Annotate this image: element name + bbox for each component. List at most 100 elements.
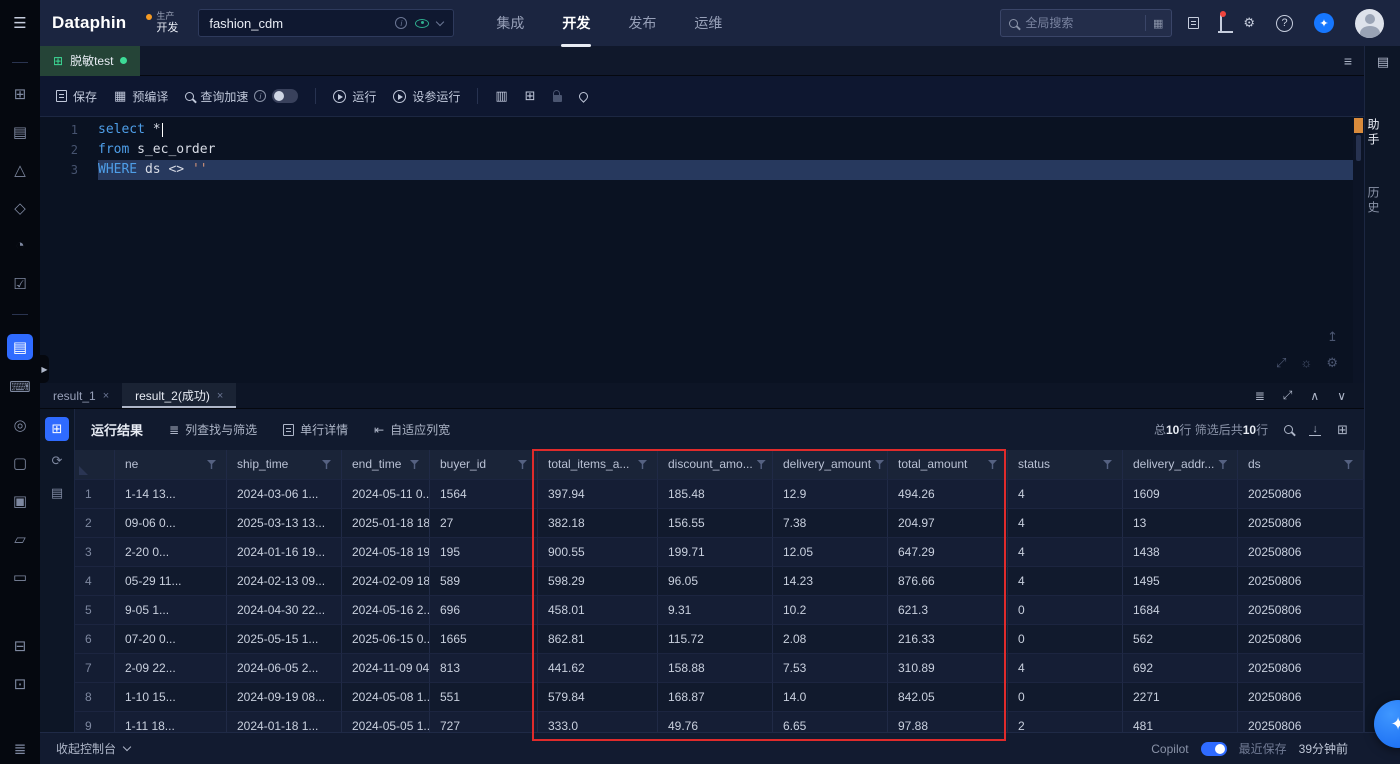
help-icon[interactable]: ? bbox=[1276, 14, 1293, 32]
advanced-search-icon[interactable]: ▦ bbox=[1153, 17, 1163, 30]
table-cell[interactable]: 4 bbox=[1008, 538, 1123, 567]
table-cell[interactable]: 842.05 bbox=[888, 683, 1008, 712]
table-cell[interactable]: 20250806 bbox=[1238, 683, 1364, 712]
row-number-cell[interactable]: 9 bbox=[75, 712, 115, 732]
filter-icon[interactable] bbox=[1344, 460, 1353, 469]
export-icon[interactable]: ↓ bbox=[1309, 423, 1322, 436]
table-cell[interactable]: 96.05 bbox=[658, 567, 773, 596]
filter-icon[interactable] bbox=[988, 460, 997, 469]
table-cell[interactable]: 7.53 bbox=[773, 654, 888, 683]
table-cell[interactable]: 195 bbox=[430, 538, 538, 567]
table-cell[interactable]: 2024-11-09 04... bbox=[342, 654, 430, 683]
script-icon[interactable]: ▤ bbox=[7, 334, 33, 360]
assistant-tab[interactable]: 助手 bbox=[1365, 118, 1400, 148]
terminal-icon[interactable]: ⌨ bbox=[7, 375, 33, 398]
table-cell[interactable]: 1-10 15... bbox=[115, 683, 227, 712]
table-cell[interactable]: 481 bbox=[1123, 712, 1238, 732]
env-switch[interactable]: 生产 开发 bbox=[142, 11, 182, 34]
table-cell[interactable]: 1438 bbox=[1123, 538, 1238, 567]
table-cell[interactable]: 551 bbox=[430, 683, 538, 712]
table-cell[interactable]: 0 bbox=[1008, 683, 1123, 712]
row-detail-button[interactable]: 单行详情 bbox=[283, 421, 348, 438]
table-cell[interactable]: 156.55 bbox=[658, 509, 773, 538]
code-line[interactable]: 2 from s_ec_order bbox=[40, 140, 1364, 160]
archive-icon[interactable]: ⊟ bbox=[7, 634, 33, 657]
table-cell[interactable]: 2024-01-16 19... bbox=[227, 538, 342, 567]
table-cell[interactable]: 2024-05-11 0... bbox=[342, 480, 430, 509]
overview-icon[interactable]: ⊞ bbox=[7, 82, 33, 105]
table-cell[interactable]: 1564 bbox=[430, 480, 538, 509]
table-row[interactable]: 32-20 0...2024-01-16 19...2024-05-18 19.… bbox=[75, 538, 1364, 567]
table-cell[interactable]: 185.48 bbox=[658, 480, 773, 509]
row-number-cell[interactable]: 8 bbox=[75, 683, 115, 712]
info-icon[interactable]: i bbox=[254, 90, 267, 102]
copilot-toggle[interactable] bbox=[1200, 741, 1227, 756]
table-cell[interactable]: 310.89 bbox=[888, 654, 1008, 683]
table-cell[interactable]: 20250806 bbox=[1238, 538, 1364, 567]
resource-icon[interactable]: ▢ bbox=[7, 451, 33, 474]
table-row[interactable]: 2 09-06 0... 2025-03-13 13... 2025-01-18 18… bbox=[75, 509, 1364, 538]
table-cell[interactable]: 813 bbox=[430, 654, 538, 683]
run-button[interactable]: 运行 bbox=[333, 88, 376, 105]
table-cell[interactable]: 20250806 bbox=[1238, 509, 1364, 538]
trash-icon[interactable]: ▭ bbox=[7, 565, 33, 588]
column-header[interactable]: end_time bbox=[342, 450, 430, 480]
panel-up-icon[interactable]: ∧ bbox=[1310, 389, 1319, 403]
table-cell[interactable]: 862.81 bbox=[538, 625, 658, 654]
layout-icon[interactable]: ▤ bbox=[1365, 54, 1400, 70]
filter-icon[interactable] bbox=[1218, 460, 1228, 469]
chevron-down-icon[interactable] bbox=[436, 17, 445, 26]
user-avatar[interactable] bbox=[1355, 8, 1384, 38]
table-cell[interactable]: 696 bbox=[430, 596, 538, 625]
filter-icon[interactable] bbox=[875, 460, 885, 469]
table-cell[interactable]: 441.62 bbox=[538, 654, 658, 683]
row-number-cell[interactable]: 5 bbox=[75, 596, 115, 625]
table-cell[interactable]: 20250806 bbox=[1238, 480, 1364, 509]
table-cell[interactable]: 2024-05-05 1... bbox=[342, 712, 430, 732]
table-cell[interactable]: 2025-03-13 13... bbox=[227, 509, 342, 538]
row-number-cell[interactable]: 7 bbox=[75, 654, 115, 683]
nav-item-2[interactable]: 发布 bbox=[628, 13, 656, 33]
fit-width-button[interactable]: ⇤ 自适应列宽 bbox=[374, 421, 450, 438]
close-icon[interactable]: × bbox=[103, 390, 109, 402]
table-cell[interactable]: 14.0 bbox=[773, 683, 888, 712]
table-cell[interactable]: 13 bbox=[1123, 509, 1238, 538]
alert-icon[interactable]: △ bbox=[7, 158, 33, 181]
table-cell[interactable]: 2024-06-05 2... bbox=[227, 654, 342, 683]
sidebar-more-icon[interactable]: ≣ bbox=[0, 740, 40, 758]
table-cell[interactable]: 2025-01-18 18... bbox=[342, 509, 430, 538]
scroll-top-icon[interactable]: ↥ bbox=[1327, 329, 1338, 345]
table-cell[interactable]: 0 bbox=[1008, 596, 1123, 625]
column-header[interactable]: total_amount bbox=[888, 450, 1008, 480]
table-cell[interactable]: 1684 bbox=[1123, 596, 1238, 625]
column-header[interactable]: total_items_a... bbox=[538, 450, 658, 480]
table-cell[interactable]: 589 bbox=[430, 567, 538, 596]
table-cell[interactable]: 2024-05-08 1... bbox=[342, 683, 430, 712]
file-tab-active[interactable]: ⊞ 脱敏test bbox=[40, 45, 141, 76]
table-cell[interactable]: 20250806 bbox=[1238, 654, 1364, 683]
table-cell[interactable]: 05-29 11... bbox=[115, 567, 227, 596]
table-cell[interactable]: 621.3 bbox=[888, 596, 1008, 625]
table-cell[interactable]: 4 bbox=[1008, 509, 1123, 538]
table-cell[interactable]: 6.65 bbox=[773, 712, 888, 732]
tab-list-icon[interactable]: ≡ bbox=[1344, 53, 1352, 69]
table-cell[interactable]: 397.94 bbox=[538, 480, 658, 509]
column-header[interactable]: status bbox=[1008, 450, 1123, 480]
notifications-button[interactable] bbox=[1220, 11, 1227, 32]
service-icon[interactable]: ✦ bbox=[1314, 13, 1334, 33]
docs-icon[interactable] bbox=[1188, 17, 1200, 29]
query-accel-group[interactable]: 查询加速 i bbox=[185, 88, 299, 105]
nav-item-1[interactable]: 开发 bbox=[562, 13, 590, 33]
global-search-input[interactable] bbox=[1025, 16, 1138, 30]
fullscreen-icon[interactable]: ⤢ bbox=[1276, 355, 1286, 371]
global-search[interactable]: ▦ bbox=[1000, 9, 1173, 37]
table-cell[interactable]: 158.88 bbox=[658, 654, 773, 683]
result-tab-1[interactable]: result_2(成功) × bbox=[122, 383, 237, 408]
table-row[interactable]: 72-09 22...2024-06-05 2...2024-11-09 04.… bbox=[75, 654, 1364, 683]
table-cell[interactable]: 49.76 bbox=[658, 712, 773, 732]
table-cell[interactable]: 494.26 bbox=[888, 480, 1008, 509]
table-cell[interactable]: 579.84 bbox=[538, 683, 658, 712]
table-cell[interactable]: 20250806 bbox=[1238, 567, 1364, 596]
table-cell[interactable]: 2024-04-30 22... bbox=[227, 596, 342, 625]
project-info-icon[interactable]: i bbox=[395, 17, 408, 29]
